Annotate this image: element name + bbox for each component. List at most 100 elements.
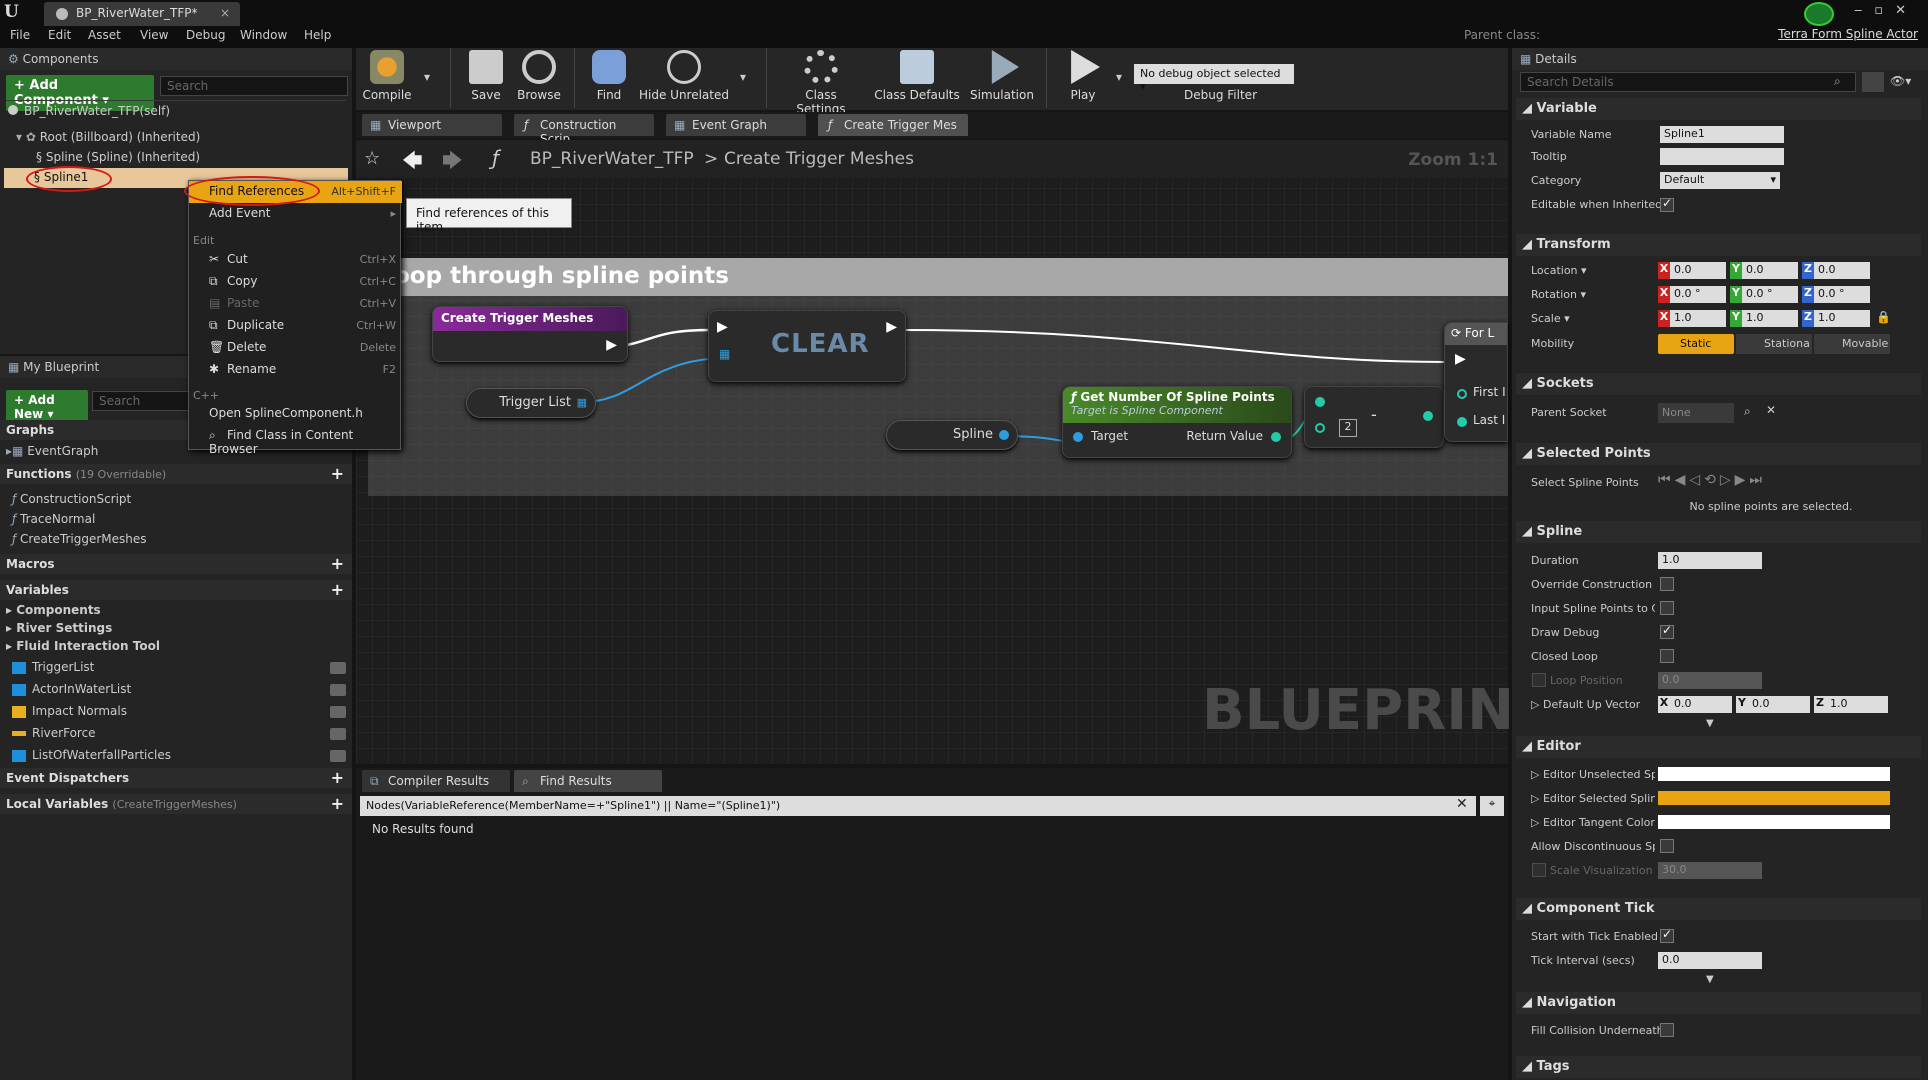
override-construction-checkbox[interactable] xyxy=(1660,577,1674,591)
up-z-input[interactable]: Z 1.0 xyxy=(1814,696,1888,713)
clear-icon[interactable]: ✕ xyxy=(1766,403,1776,417)
hide-unrelated-button[interactable]: Hide Unrelated xyxy=(638,50,730,102)
add-local-var-icon[interactable]: + xyxy=(331,794,344,813)
macros-section[interactable]: Macros + xyxy=(0,554,352,574)
start-tick-checkbox[interactable] xyxy=(1660,927,1674,943)
node-trigger-list[interactable]: Trigger List ▦ xyxy=(466,388,596,418)
menu-file[interactable]: File xyxy=(10,28,30,42)
menu-help[interactable]: Help xyxy=(304,28,331,42)
last-index-pin[interactable] xyxy=(1457,417,1467,427)
selected-color-swatch[interactable] xyxy=(1658,791,1890,805)
section-variable[interactable]: ◢ Variable xyxy=(1516,98,1921,120)
menu-debug[interactable]: Debug xyxy=(186,28,225,42)
add-macro-icon[interactable]: + xyxy=(331,554,344,573)
exec-out-pin[interactable]: ▶ xyxy=(606,337,617,353)
section-tags[interactable]: ◢ Tags xyxy=(1516,1056,1921,1078)
variable-name-input[interactable]: Spline1 xyxy=(1660,126,1784,143)
closed-loop-checkbox[interactable] xyxy=(1660,649,1674,663)
visibility-eye-icon[interactable] xyxy=(330,728,346,740)
add-new-button[interactable]: + Add New ▾ xyxy=(6,390,88,424)
exec-out-pin[interactable]: ▶ xyxy=(886,319,897,335)
target-pin[interactable] xyxy=(1073,432,1083,442)
menu-delete[interactable]: 🗑 Delete Delete xyxy=(189,337,402,359)
graph-event-graph[interactable]: ▸▦ EventGraph xyxy=(6,444,98,458)
visibility-eye-icon[interactable] xyxy=(330,662,346,674)
tab-find-results[interactable]: ⌕ Find Results xyxy=(514,770,662,792)
function-trace-normal[interactable]: ƒ TraceNormal xyxy=(12,512,95,526)
component-root[interactable]: ▾ ✿ Root (Billboard) (Inherited) xyxy=(16,130,200,144)
components-search-input[interactable]: Search xyxy=(160,76,348,96)
return-pin[interactable] xyxy=(1271,432,1281,442)
add-dispatcher-icon[interactable]: + xyxy=(331,768,344,787)
const-input[interactable]: 2 xyxy=(1339,419,1357,437)
label-selected[interactable]: ▷ Editor Selected Spline S xyxy=(1531,792,1655,805)
var-category-components[interactable]: ▸ Components xyxy=(6,603,101,617)
parent-socket-input[interactable]: None xyxy=(1658,403,1734,423)
expand-arrow-icon[interactable]: ▼ xyxy=(1706,718,1714,729)
rotation-x-input[interactable]: X 0.0 ° xyxy=(1658,286,1726,303)
label-location[interactable]: Location ▾ xyxy=(1531,264,1587,277)
variables-section[interactable]: Variables + xyxy=(0,580,352,600)
input-pin[interactable] xyxy=(1315,423,1325,433)
parent-class-link[interactable]: Terra Form Spline Actor xyxy=(1778,27,1918,41)
section-component-tick[interactable]: ◢ Component Tick xyxy=(1516,898,1921,920)
rotation-z-input[interactable]: Z 0.0 ° xyxy=(1802,286,1870,303)
category-select[interactable]: Default ▾ xyxy=(1660,172,1780,189)
components-tab[interactable]: ⚙ Components xyxy=(0,48,352,70)
hide-unrelated-dropdown-icon[interactable]: ▾ xyxy=(740,70,746,84)
node-clear[interactable]: ▶ ▶ ▦ CLEAR xyxy=(708,310,906,382)
details-search-input[interactable]: Search Details xyxy=(1520,72,1856,92)
document-tab[interactable]: BP_RiverWater_TFP* × xyxy=(44,2,240,26)
array-pin[interactable]: ▦ xyxy=(719,347,730,361)
save-button[interactable]: Save xyxy=(466,50,506,102)
location-z-input[interactable]: Z 0.0 xyxy=(1802,262,1870,279)
debug-object-select[interactable]: No debug object selected ▾ xyxy=(1134,64,1294,93)
user-avatar-icon[interactable] xyxy=(1804,2,1834,26)
tab-construction-script[interactable]: ƒ Construction Scrip xyxy=(514,114,654,146)
tangent-color-swatch[interactable] xyxy=(1658,815,1890,829)
component-spline-inherited[interactable]: § Spline (Spline) (Inherited) xyxy=(36,150,200,164)
exec-in-pin[interactable]: ▶ xyxy=(1455,351,1466,367)
variable-actor-in-water[interactable]: ActorInWaterList xyxy=(12,682,131,696)
binoculars-icon[interactable]: ⌖ xyxy=(1480,796,1504,816)
tab-viewport[interactable]: ▦ Viewport xyxy=(362,114,502,136)
up-x-input[interactable]: X 0.0 xyxy=(1658,696,1732,713)
section-navigation[interactable]: ◢ Navigation xyxy=(1516,992,1921,1014)
section-transform[interactable]: ◢ Transform xyxy=(1516,234,1921,256)
input-pin[interactable] xyxy=(1315,397,1325,407)
function-construction-script[interactable]: ƒ ConstructionScript xyxy=(12,492,131,506)
compile-button[interactable]: Compile xyxy=(362,50,412,102)
expand-arrow-icon[interactable]: ▼ xyxy=(1706,974,1714,985)
node-for-loop[interactable]: ⟳ For L ▶ First I Last I xyxy=(1444,322,1508,442)
up-y-input[interactable]: Y 0.0 xyxy=(1736,696,1810,713)
menu-view[interactable]: View xyxy=(140,28,168,42)
component-self[interactable]: BP_RiverWater_TFP(self) xyxy=(8,104,170,118)
section-editor[interactable]: ◢ Editor xyxy=(1516,736,1921,758)
play-dropdown-icon[interactable]: ▾ xyxy=(1116,70,1122,84)
label-default-up[interactable]: ▷ Default Up Vector xyxy=(1531,698,1640,711)
tab-create-trigger-meshes[interactable]: ƒ Create Trigger Mes xyxy=(818,114,968,136)
tab-compiler-results[interactable]: ⧉ Compiler Results xyxy=(362,770,510,792)
location-x-input[interactable]: X 0.0 xyxy=(1658,262,1726,279)
search-icon[interactable]: ⌕ xyxy=(1744,404,1751,419)
fill-collision-checkbox[interactable] xyxy=(1660,1023,1674,1037)
rotation-y-input[interactable]: Y 0.0 ° xyxy=(1730,286,1798,303)
play-button[interactable]: Play xyxy=(1058,50,1108,102)
node-get-number-of-spline-points[interactable]: ƒ Get Number Of Spline Points Target is … xyxy=(1062,386,1292,458)
spline-point-nav-icons[interactable]: ⏮◀◁⟲▷▶⏭ xyxy=(1658,472,1766,488)
output-pin[interactable] xyxy=(1423,411,1433,421)
visibility-eye-icon[interactable] xyxy=(330,750,346,762)
node-create-trigger-meshes[interactable]: Create Trigger Meshes ▶ xyxy=(432,306,628,362)
simulation-button[interactable]: Simulation xyxy=(968,50,1036,102)
menu-cut[interactable]: ✂ Cut Ctrl+X xyxy=(189,249,402,271)
browse-button[interactable]: Browse xyxy=(514,50,564,102)
section-spline[interactable]: ◢ Spline xyxy=(1516,521,1921,543)
visibility-eye-icon[interactable] xyxy=(330,706,346,718)
discontinuous-checkbox[interactable] xyxy=(1660,839,1674,853)
menu-find-class[interactable]: ⌕ Find Class in Content Browser xyxy=(189,425,402,456)
clear-search-icon[interactable]: ✕ xyxy=(1456,796,1468,812)
section-sockets[interactable]: ◢ Sockets xyxy=(1516,373,1921,395)
class-defaults-button[interactable]: Class Defaults xyxy=(874,50,960,102)
object-pin[interactable] xyxy=(999,430,1009,440)
scale-z-input[interactable]: Z 1.0 xyxy=(1802,310,1870,327)
